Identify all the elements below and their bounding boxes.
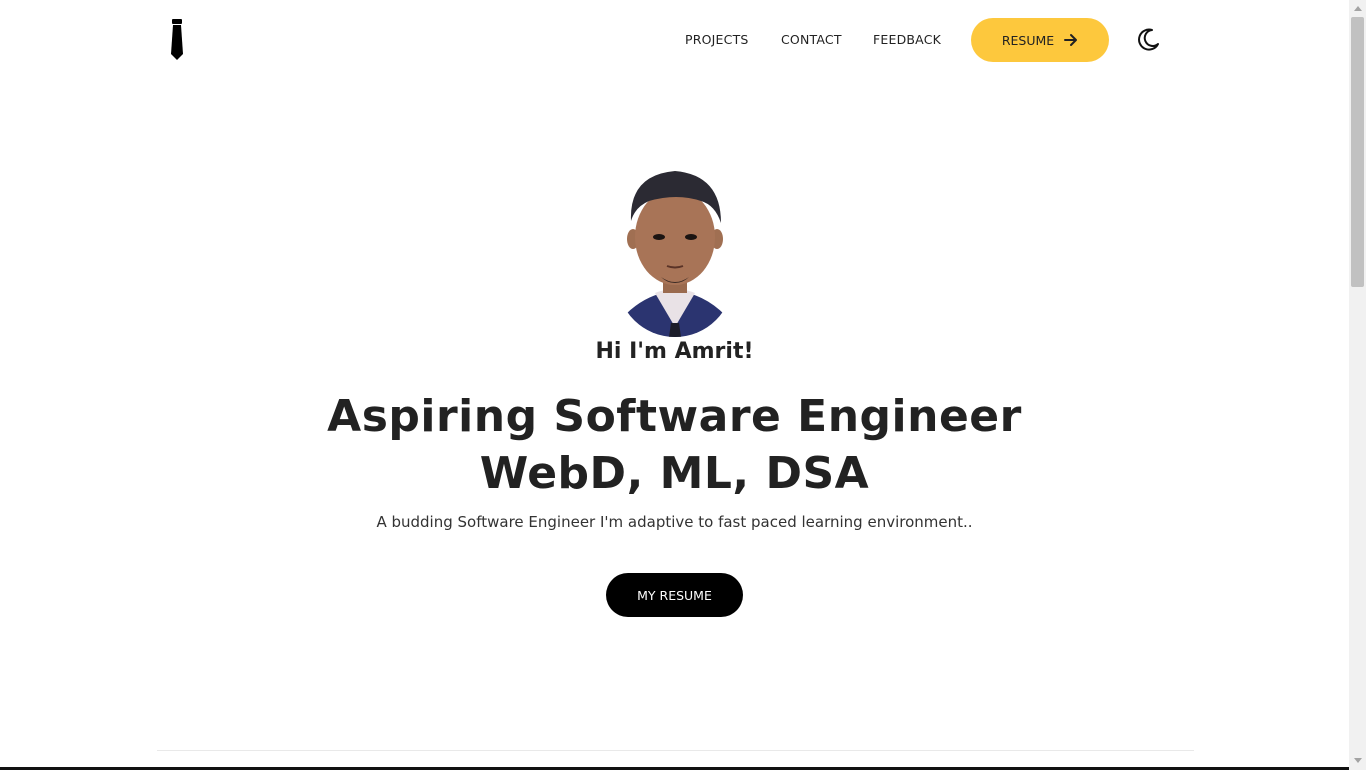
scroll-down-arrow-icon[interactable] <box>1354 758 1362 763</box>
nav-link-feedback[interactable]: FEEDBACK <box>873 32 941 47</box>
vertical-scrollbar[interactable] <box>1349 0 1366 770</box>
hero-headline-line-1: Aspiring Software Engineer <box>327 391 1022 442</box>
resume-button[interactable]: RESUME <box>971 18 1109 62</box>
section-divider <box>157 750 1194 751</box>
top-nav: PROJECTS CONTACT FEEDBACK RESUME <box>0 18 1366 62</box>
page: PROJECTS CONTACT FEEDBACK RESUME Hi I'm … <box>0 0 1366 770</box>
scroll-up-arrow-icon[interactable] <box>1354 6 1362 11</box>
avatar <box>617 165 733 337</box>
moon-icon[interactable] <box>1135 27 1161 53</box>
arrow-right-icon <box>1064 34 1078 46</box>
hero-tagline: A budding Software Engineer I'm adaptive… <box>376 513 973 531</box>
hero-headline: Aspiring Software Engineer WebD, ML, DSA <box>0 388 1349 502</box>
scrollbar-thumb[interactable] <box>1351 17 1364 287</box>
resume-button-label: RESUME <box>1001 32 1055 48</box>
hero-greeting: Hi I'm Amrit! <box>595 339 754 364</box>
hero-headline-line-2: WebD, ML, DSA <box>479 448 870 499</box>
my-resume-button[interactable]: MY RESUME <box>606 573 743 617</box>
nav-link-projects[interactable]: PROJECTS <box>685 32 749 47</box>
nav-link-contact[interactable]: CONTACT <box>781 32 842 47</box>
